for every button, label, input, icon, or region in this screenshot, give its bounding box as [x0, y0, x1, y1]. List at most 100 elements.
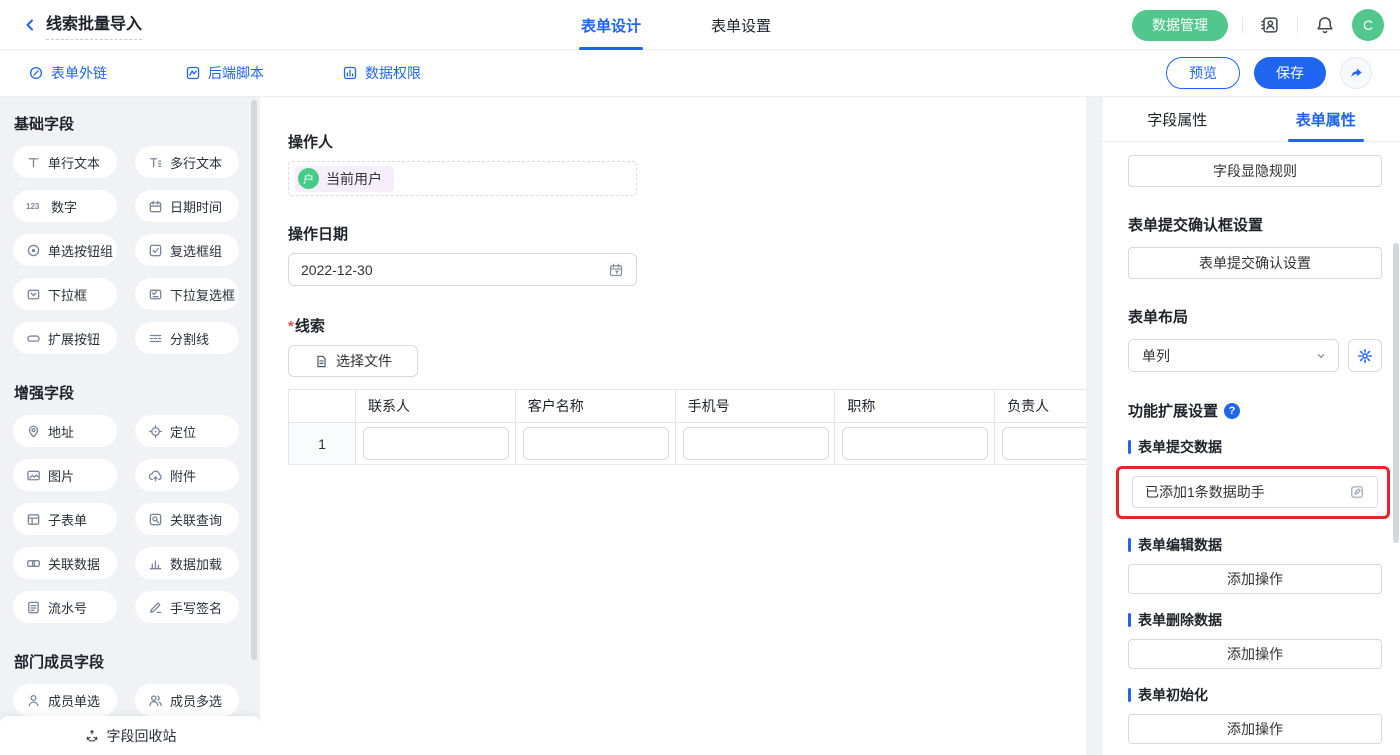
tab-field-properties[interactable]: 字段属性 — [1103, 97, 1252, 141]
help-icon[interactable]: ? — [1224, 403, 1240, 419]
field-item-label: 多行文本 — [170, 153, 222, 172]
field-item-label: 手写签名 — [170, 598, 222, 617]
field-item-label: 日期时间 — [170, 197, 222, 216]
field-item-multi-line-text[interactable]: 多行文本 — [135, 146, 239, 178]
layout-settings-button[interactable] — [1348, 339, 1382, 372]
tab-form-settings[interactable]: 表单设置 — [705, 0, 777, 50]
section-title-member-fields: 部门成员字段 — [14, 651, 260, 672]
attachment-icon — [148, 468, 163, 483]
field-item-select[interactable]: 下拉框 — [13, 278, 117, 310]
field-item-attachment[interactable]: 附件 — [135, 459, 239, 491]
assistant-button-label: 已添加1条数据助手 — [1145, 482, 1349, 502]
submit-confirm-button[interactable]: 表单提交确认设置 — [1128, 247, 1382, 279]
field-item-signature[interactable]: 手写签名 — [135, 591, 239, 623]
choose-file-label: 选择文件 — [336, 351, 392, 371]
layout-select[interactable]: 单列 — [1128, 339, 1339, 372]
cell-input-contact[interactable] — [363, 427, 509, 460]
field-item-datetime[interactable]: 日期时间 — [135, 190, 239, 222]
data-permission-icon — [342, 65, 358, 81]
submit-confirm-title: 表单提交确认框设置 — [1128, 214, 1382, 235]
notifications-button[interactable] — [1312, 12, 1338, 38]
field-item-related-query[interactable]: 关联查询 — [135, 503, 239, 535]
blue-bar — [1128, 440, 1131, 454]
sidebar-scrollbar[interactable] — [251, 100, 257, 660]
blue-bar — [1128, 538, 1131, 552]
field-item-image[interactable]: 图片 — [13, 459, 117, 491]
preview-button[interactable]: 预览 — [1166, 57, 1240, 89]
group-label-text: 表单删除数据 — [1138, 610, 1222, 630]
form-toolbar: 表单外链 后端脚本 数据权限 预览 保存 — [0, 50, 1400, 97]
field-item-serial-number[interactable]: 流水号 — [13, 591, 117, 623]
blue-bar — [1128, 688, 1131, 702]
field-item-label: 子表单 — [48, 510, 87, 529]
divider-icon — [148, 331, 163, 346]
avatar[interactable]: C — [1352, 9, 1384, 41]
page-title[interactable]: 线索批量导入 — [46, 10, 142, 40]
external-link-button[interactable]: 表单外链 — [28, 63, 107, 83]
edit-data-add-button[interactable]: 添加操作 — [1128, 564, 1382, 594]
chevron-down-icon — [1314, 349, 1328, 363]
data-permission-label: 数据权限 — [365, 63, 421, 83]
column-header-title: 职称 — [835, 390, 995, 423]
back-button[interactable] — [18, 13, 42, 37]
delete-data-add-button[interactable]: 添加操作 — [1128, 639, 1382, 669]
field-item-locate[interactable]: 定位 — [135, 415, 239, 447]
field-item-checkbox-group[interactable]: 复选框组 — [135, 234, 239, 266]
member-multi-icon — [148, 693, 163, 708]
field-item-label: 数据加载 — [170, 554, 222, 573]
index-column-header — [289, 390, 356, 423]
save-button[interactable]: 保存 — [1254, 57, 1326, 89]
group-label-text: 表单提交数据 — [1138, 437, 1222, 457]
field-item-related-data[interactable]: 关联数据 — [13, 547, 117, 579]
field-item-number[interactable]: 123 数字 — [13, 190, 117, 222]
recycle-icon — [84, 728, 100, 744]
field-item-label: 下拉框 — [48, 285, 87, 304]
data-manage-button[interactable]: 数据管理 — [1132, 10, 1228, 41]
field-visibility-rules-button[interactable]: 字段显隐规则 — [1128, 155, 1382, 187]
panel-scrollbar[interactable] — [1393, 243, 1399, 543]
field-item-multi-select[interactable]: 下拉复选框 — [135, 278, 239, 310]
annotation-highlight-box: 已添加1条数据助手 — [1116, 466, 1390, 519]
submit-data-assistant-button[interactable]: 已添加1条数据助手 — [1132, 476, 1378, 508]
address-book-button[interactable] — [1257, 12, 1283, 38]
edit-icon[interactable] — [1349, 484, 1365, 500]
field-recycle-bin[interactable]: 字段回收站 — [0, 716, 260, 755]
field-item-member-multi[interactable]: 成员多选 — [135, 684, 239, 716]
field-item-single-line-text[interactable]: 单行文本 — [13, 146, 117, 178]
gear-icon — [1357, 348, 1373, 364]
basic-fields-grid: 单行文本 多行文本 123 数字 日期时间 单选按钮组 复选框组 下拉框 下拉复 — [0, 146, 260, 366]
data-permission-button[interactable]: 数据权限 — [342, 63, 421, 83]
blue-bar — [1128, 613, 1131, 627]
field-item-radio-group[interactable]: 单选按钮组 — [13, 234, 117, 266]
field-item-subform[interactable]: 子表单 — [13, 503, 117, 535]
user-tag-label: 当前用户 — [326, 169, 382, 189]
user-tag-avatar: 户 — [298, 168, 319, 189]
field-item-label: 地址 — [48, 422, 74, 441]
date-field-label: 操作日期 — [288, 223, 1086, 244]
image-icon — [26, 468, 41, 483]
tab-form-properties[interactable]: 表单属性 — [1252, 97, 1400, 141]
date-input[interactable]: 2022-12-30 — [288, 253, 637, 286]
operator-field[interactable]: 户 当前用户 — [288, 161, 637, 196]
choose-file-button[interactable]: 选择文件 — [288, 345, 418, 377]
panel-content: 字段显隐规则 表单提交确认框设置 表单提交确认设置 表单布局 单列 功能扩展设置… — [1103, 155, 1400, 755]
date-value: 2022-12-30 — [301, 262, 608, 278]
field-item-label: 关联数据 — [48, 554, 100, 573]
tab-form-design[interactable]: 表单设计 — [575, 0, 647, 50]
current-user-tag[interactable]: 户 当前用户 — [295, 166, 394, 192]
cell-input-title[interactable] — [842, 427, 988, 460]
field-item-extend-button[interactable]: 扩展按钮 — [13, 322, 117, 354]
field-item-member-single[interactable]: 成员单选 — [13, 684, 117, 716]
field-item-divider-line[interactable]: 分割线 — [135, 322, 239, 354]
required-mark: * — [288, 318, 294, 335]
cell-input-customer[interactable] — [523, 427, 669, 460]
field-item-label: 图片 — [48, 466, 74, 485]
cell-input-owner[interactable] — [1002, 427, 1086, 460]
field-item-address[interactable]: 地址 — [13, 415, 117, 447]
backend-script-button[interactable]: 后端脚本 — [185, 63, 264, 83]
share-button[interactable] — [1340, 57, 1372, 89]
field-item-data-load[interactable]: 数据加载 — [135, 547, 239, 579]
panel-tabs: 字段属性 表单属性 — [1103, 97, 1400, 142]
cell-input-phone[interactable] — [683, 427, 829, 460]
form-init-add-button[interactable]: 添加操作 — [1128, 714, 1382, 744]
